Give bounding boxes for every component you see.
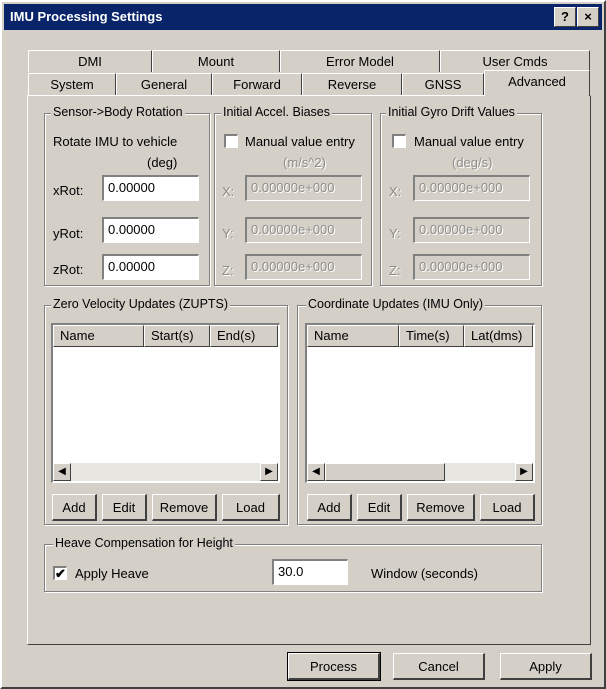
zupts-load-button[interactable]: Load — [222, 494, 280, 521]
apply-button[interactable]: Apply — [500, 653, 592, 680]
tab-mount[interactable]: Mount — [152, 50, 280, 72]
tab-dmi[interactable]: DMI — [28, 50, 152, 72]
coord-updates-title: Coordinate Updates (IMU Only) — [306, 297, 486, 311]
accel-y-label: Y: — [222, 226, 234, 241]
gyro-manual-label: Manual value entry — [414, 134, 524, 149]
tab-reverse[interactable]: Reverse — [302, 73, 402, 95]
gyro-manual-checkbox[interactable] — [392, 134, 406, 148]
close-icon[interactable]: × — [577, 7, 599, 27]
accel-x-label: X: — [222, 184, 235, 199]
coord-add-button[interactable]: Add — [307, 494, 352, 521]
scroll-right-icon[interactable]: ▶ — [260, 463, 278, 481]
zrot-input[interactable]: 0.00000 — [102, 254, 199, 280]
scroll-right-icon[interactable]: ▶ — [515, 463, 533, 481]
tab-user-cmds[interactable]: User Cmds — [440, 50, 590, 72]
heave-window-input[interactable]: 30.0 — [272, 559, 348, 585]
zupts-col-start[interactable]: Start(s) — [144, 325, 210, 347]
heave-title: Heave Compensation for Height — [53, 536, 235, 550]
apply-heave-checkbox[interactable]: ✔ — [53, 566, 67, 580]
yrot-input[interactable]: 0.00000 — [102, 217, 199, 243]
accel-z-input[interactable]: 0.00000e+000 — [245, 254, 362, 280]
yrot-label: yRot: — [53, 226, 84, 241]
zrot-label: zRot: — [53, 262, 84, 277]
tab-advanced[interactable]: Advanced — [484, 70, 590, 96]
gyro-drift-title: Initial Gyro Drift Values — [386, 105, 517, 119]
tab-gnss[interactable]: GNSS — [402, 73, 484, 95]
rotation-units: (deg) — [147, 155, 178, 170]
gyro-y-label: Y: — [389, 226, 401, 241]
zupts-list[interactable] — [51, 323, 280, 483]
help-icon[interactable]: ? — [554, 7, 576, 27]
apply-heave-label: Apply Heave — [75, 566, 149, 581]
accel-biases-title: Initial Accel. Biases — [221, 105, 332, 119]
coord-updates-list[interactable] — [305, 323, 535, 483]
zupts-col-name[interactable]: Name — [53, 325, 144, 347]
gyro-z-label: Z: — [389, 263, 401, 278]
accel-x-input[interactable]: 0.00000e+000 — [245, 175, 362, 201]
tab-forward[interactable]: Forward — [212, 73, 302, 95]
scroll-left-icon[interactable]: ◀ — [53, 463, 71, 481]
coord-col-time[interactable]: Time(s) — [399, 325, 464, 347]
xrot-input[interactable]: 0.00000 — [102, 175, 199, 201]
accel-y-input[interactable]: 0.00000e+000 — [245, 217, 362, 243]
coord-col-lat[interactable]: Lat(dms) — [464, 325, 533, 347]
scroll-left-icon[interactable]: ◀ — [307, 463, 325, 481]
process-button[interactable]: Process — [287, 652, 381, 681]
heave-window-label: Window (seconds) — [371, 566, 478, 581]
tab-system[interactable]: System — [28, 73, 116, 95]
zupts-title: Zero Velocity Updates (ZUPTS) — [51, 297, 231, 311]
gyro-units: (deg/s) — [452, 155, 493, 170]
coord-remove-button[interactable]: Remove — [407, 494, 475, 521]
rotation-description: Rotate IMU to vehicle — [53, 134, 178, 149]
window-title: IMU Processing Settings — [10, 9, 163, 24]
zupts-remove-button[interactable]: Remove — [152, 494, 217, 521]
coord-edit-button[interactable]: Edit — [357, 494, 402, 521]
accel-manual-checkbox[interactable] — [224, 134, 238, 148]
gyro-x-input[interactable]: 0.00000e+000 — [413, 175, 530, 201]
coord-col-name[interactable]: Name — [307, 325, 399, 347]
accel-manual-label: Manual value entry — [245, 134, 355, 149]
zupts-edit-button[interactable]: Edit — [102, 494, 147, 521]
gyro-z-input[interactable]: 0.00000e+000 — [413, 254, 530, 280]
accel-z-label: Z: — [222, 263, 234, 278]
zupts-col-end[interactable]: End(s) — [210, 325, 278, 347]
tab-general[interactable]: General — [116, 73, 212, 95]
gyro-y-input[interactable]: 0.00000e+000 — [413, 217, 530, 243]
cancel-button[interactable]: Cancel — [393, 653, 485, 680]
coord-scroll-thumb[interactable] — [325, 463, 445, 481]
zupts-horizontal-scrollbar[interactable] — [53, 463, 278, 481]
gyro-x-label: X: — [389, 184, 402, 199]
coord-load-button[interactable]: Load — [480, 494, 535, 521]
accel-units: (m/s^2) — [283, 155, 326, 170]
title-bar: IMU Processing Settings — [4, 4, 602, 30]
zupts-add-button[interactable]: Add — [52, 494, 97, 521]
sensor-rotation-title: Sensor->Body Rotation — [51, 105, 185, 119]
xrot-label: xRot: — [53, 183, 84, 198]
tab-error-model[interactable]: Error Model — [280, 50, 440, 72]
